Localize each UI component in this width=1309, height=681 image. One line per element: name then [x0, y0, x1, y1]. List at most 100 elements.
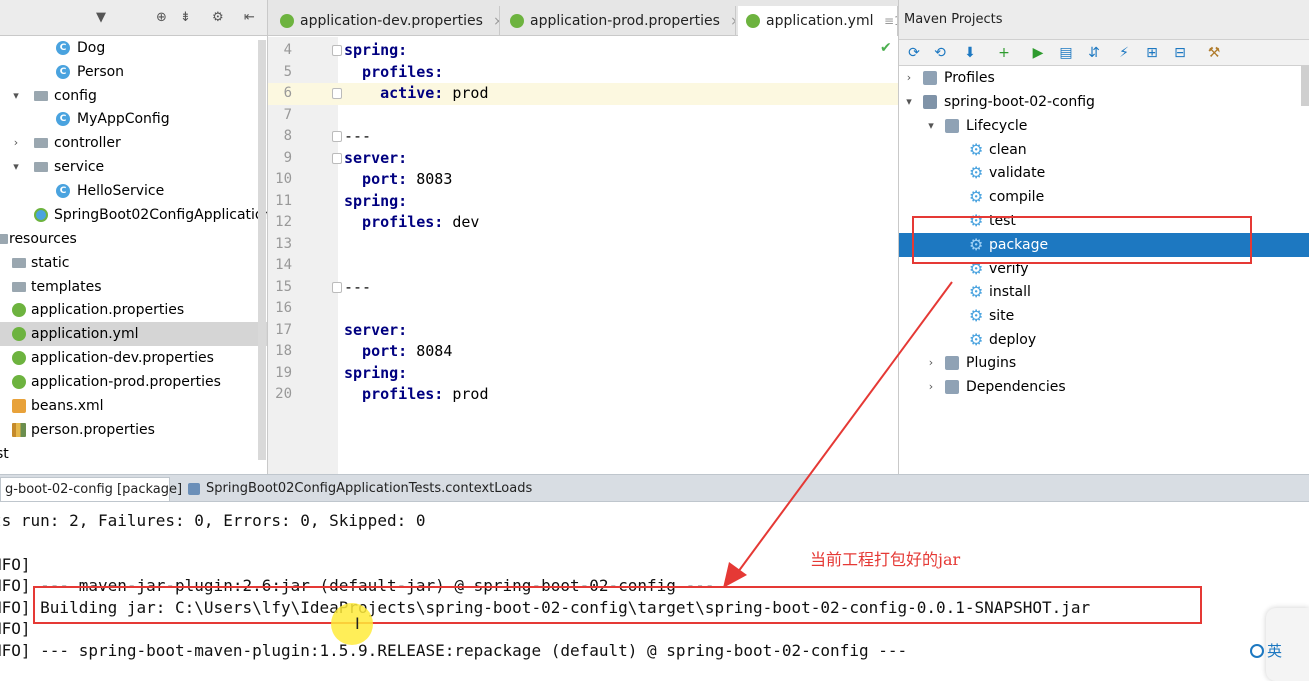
show-dependencies-icon[interactable]: ⊞	[1143, 44, 1161, 62]
project-tree-item-label: st	[0, 446, 9, 462]
project-tree-item[interactable]: C Person	[0, 60, 267, 84]
maven-tree-item[interactable]: ▾ Lifecycle	[899, 114, 1309, 138]
maven-tree-item[interactable]: ▾ spring-boot-02-config	[899, 90, 1309, 114]
collapse-all-icon[interactable]: ⇟	[180, 10, 191, 25]
project-tree-item[interactable]: application.properties	[0, 298, 267, 322]
project-tree-item[interactable]: templates	[0, 275, 267, 299]
maven-goal-gear-icon: ⚙	[969, 282, 984, 301]
project-tree-item[interactable]: person.properties	[0, 418, 267, 442]
project-tree-item-label: Dog	[77, 40, 106, 56]
download-icon[interactable]: ⬇	[961, 44, 979, 62]
yaml-value: 8083	[407, 170, 453, 188]
fold-marker-icon[interactable]	[332, 131, 342, 142]
chevron-down-icon[interactable]: ▾	[903, 90, 915, 114]
close-tab-icon[interactable]: ×	[730, 14, 735, 28]
toggle-offline-icon[interactable]: ⇵	[1085, 44, 1103, 62]
dropdown-arrow-icon[interactable]: ▼	[96, 10, 106, 25]
maven-tree-item[interactable]: ⚙ validate	[899, 161, 1309, 185]
gear-icon[interactable]: ⚙	[212, 10, 224, 25]
settings-icon[interactable]: ⚒	[1205, 44, 1223, 62]
chevron-right-icon[interactable]: ›	[925, 375, 937, 399]
code-line[interactable]: 19 spring:	[268, 363, 898, 385]
run-config-icon[interactable]: ▤	[1057, 44, 1075, 62]
chevron-down-icon[interactable]: ▾	[10, 155, 22, 179]
tab-run-package[interactable]: g-boot-02-config [package]	[0, 477, 182, 501]
project-tree-item[interactable]: ▾ service	[0, 155, 267, 179]
code-line[interactable]: 9 server:	[268, 148, 898, 170]
project-tree-item[interactable]: application-prod.properties	[0, 370, 267, 394]
tab-application-prod-properties[interactable]: application-prod.properties ×	[502, 6, 736, 36]
project-tree-item[interactable]: SpringBoot02ConfigApplication	[0, 203, 267, 227]
project-tree-item[interactable]: › controller	[0, 131, 267, 155]
skip-tests-icon[interactable]: ⚡	[1115, 44, 1133, 62]
code-line[interactable]: 14	[268, 255, 898, 277]
project-scrollbar[interactable]	[258, 40, 266, 460]
ime-language-indicator[interactable]: 英	[1250, 640, 1282, 661]
maven-tree-item[interactable]: › Plugins	[899, 351, 1309, 375]
hide-panel-icon[interactable]: ⇤	[244, 10, 255, 25]
project-tree-item[interactable]: C MyAppConfig	[0, 107, 267, 131]
fold-marker-icon[interactable]	[332, 152, 342, 164]
project-tree-item-label: HelloService	[77, 183, 165, 199]
maven-tree-item[interactable]: ⚙ install	[899, 280, 1309, 304]
code-line[interactable]: 8 ---	[268, 126, 898, 148]
code-line[interactable]: 5 profiles:	[268, 62, 898, 84]
maven-goal-gear-icon: ⚙	[969, 163, 984, 182]
code-line[interactable]: 4 spring:	[268, 40, 898, 62]
chevron-down-icon[interactable]: ▾	[925, 114, 937, 138]
project-tree-item[interactable]: st	[0, 442, 267, 466]
spring-config-icon	[12, 351, 26, 365]
fold-marker-icon[interactable]	[332, 45, 342, 56]
tab-application-yml[interactable]: application.yml ≡1	[738, 6, 898, 36]
project-tree-item[interactable]: C Dog	[0, 36, 267, 60]
code-line[interactable]: 18 port: 8084	[268, 341, 898, 363]
chevron-right-icon[interactable]: ›	[10, 131, 22, 155]
code-line[interactable]: 13	[268, 234, 898, 256]
project-tree-item[interactable]: ▾ config	[0, 84, 267, 108]
project-tree-item-label: application.properties	[31, 302, 185, 318]
code-line[interactable]: 17 server:	[268, 320, 898, 342]
project-tree-item[interactable]: application-dev.properties	[0, 346, 267, 370]
code-line[interactable]: 11 spring:	[268, 191, 898, 213]
project-tree-item-label: static	[31, 255, 70, 271]
chevron-down-icon[interactable]: ▾	[10, 84, 22, 108]
maven-tree-item[interactable]: › Profiles	[899, 66, 1309, 90]
project-tree-item[interactable]: application.yml	[0, 322, 267, 346]
line-number: 10	[275, 171, 292, 187]
close-tab-icon[interactable]: ×	[493, 14, 499, 28]
project-tree-item[interactable]: C HelloService	[0, 179, 267, 203]
chevron-right-icon[interactable]: ›	[903, 66, 915, 90]
maven-tree-item[interactable]: ⚙ site	[899, 304, 1309, 328]
scroll-from-source-icon[interactable]: ⊕	[156, 10, 167, 25]
tab-run-tests[interactable]: SpringBoot02ConfigApplicationTests.conte…	[180, 477, 532, 501]
project-tree-item[interactable]: static	[0, 251, 267, 275]
code-line[interactable]: 16	[268, 298, 898, 320]
code-line[interactable]: 15 ---	[268, 277, 898, 299]
collapse-icon[interactable]: ⊟	[1171, 44, 1189, 62]
reimport-icon[interactable]: ⟳	[905, 44, 923, 62]
maven-tree-item[interactable]: › Dependencies	[899, 375, 1309, 399]
tab-application-dev-properties[interactable]: application-dev.properties ×	[272, 6, 500, 36]
generate-sources-icon[interactable]: ⟲	[931, 44, 949, 62]
add-icon[interactable]: +	[995, 44, 1013, 62]
fold-marker-icon[interactable]	[332, 281, 342, 293]
run-icon[interactable]: ▶	[1029, 44, 1047, 62]
code-line[interactable]: 7	[268, 105, 898, 127]
maven-tree-item[interactable]: ⚙ clean	[899, 138, 1309, 162]
code-line[interactable]: 10 port: 8083	[268, 169, 898, 191]
tab-overflow-icon[interactable]: ≡1	[884, 14, 897, 28]
code-line[interactable]: 12 profiles: dev	[268, 212, 898, 234]
project-tree-item-label: config	[54, 88, 97, 104]
maven-scrollbar[interactable]	[1301, 66, 1309, 106]
code-line[interactable]: 20 profiles: prod	[268, 384, 898, 406]
code-editor[interactable]: 4 spring: 5 profiles: 6 active: prod 7 8 --- 9 s…	[268, 37, 898, 474]
project-tree-item[interactable]: beans.xml	[0, 394, 267, 418]
fold-marker-icon[interactable]	[332, 88, 342, 99]
code-line[interactable]: 6 active: prod	[268, 83, 898, 105]
yaml-key: spring:	[344, 191, 408, 210]
class-icon: C	[56, 41, 70, 55]
maven-tree-item[interactable]: ⚙ deploy	[899, 328, 1309, 352]
project-tree-item[interactable]: resources	[0, 227, 267, 251]
chevron-right-icon[interactable]: ›	[925, 351, 937, 375]
maven-tree-item[interactable]: ⚙ compile	[899, 185, 1309, 209]
